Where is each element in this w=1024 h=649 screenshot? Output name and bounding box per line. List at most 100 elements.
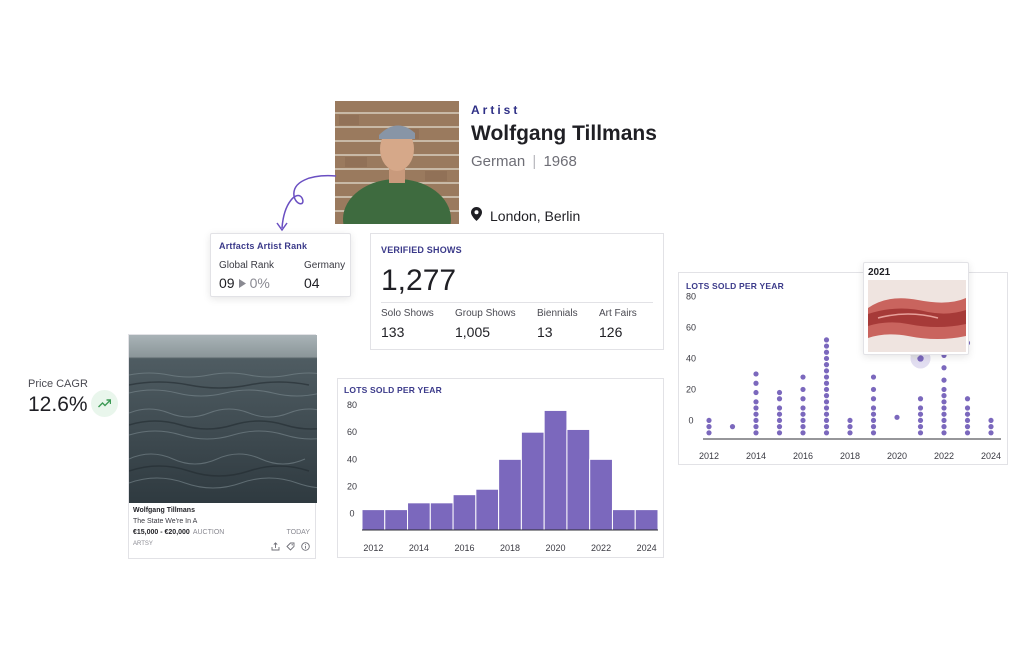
bar bbox=[634, 509, 659, 531]
data-point bbox=[776, 424, 783, 430]
tooltip-artwork-image bbox=[868, 280, 966, 352]
tag-icon[interactable] bbox=[286, 538, 295, 556]
global-rank: 09 0% bbox=[219, 275, 270, 291]
price-cagr-label: Price CAGR bbox=[28, 378, 88, 390]
data-point bbox=[706, 424, 712, 430]
data-point bbox=[964, 430, 971, 436]
meta-separator: | bbox=[532, 153, 537, 170]
bar bbox=[475, 488, 500, 531]
x-tick-label: 2014 bbox=[409, 543, 429, 553]
bar bbox=[452, 494, 477, 531]
global-rank-label: Global Rank bbox=[219, 260, 275, 271]
artist-eyebrow: Artist bbox=[471, 103, 521, 117]
artist-name: Wolfgang Tillmans bbox=[471, 122, 657, 145]
artwork-title: The State We're In A bbox=[133, 518, 198, 525]
data-point bbox=[776, 389, 783, 396]
artist-nationality: German bbox=[471, 153, 526, 170]
data-point bbox=[870, 430, 877, 436]
data-point bbox=[753, 411, 759, 417]
data-point bbox=[706, 430, 712, 436]
data-point bbox=[823, 405, 830, 411]
x-tick-label: 2014 bbox=[746, 451, 766, 461]
location-pin-icon bbox=[471, 207, 482, 224]
stat-label: Biennials bbox=[537, 308, 578, 319]
data-point bbox=[823, 430, 830, 436]
stat-label: Solo Shows bbox=[381, 308, 434, 319]
data-point bbox=[870, 405, 877, 411]
data-point bbox=[941, 411, 947, 417]
data-point bbox=[988, 424, 994, 430]
data-point bbox=[823, 355, 830, 362]
bar bbox=[407, 502, 431, 531]
y-tick-label: 80 bbox=[686, 291, 696, 301]
divider bbox=[381, 302, 653, 303]
data-point bbox=[917, 411, 924, 417]
data-point bbox=[917, 405, 924, 411]
artwork-image bbox=[129, 335, 317, 503]
artwork-price-value: €15,000 - €20,000 bbox=[133, 529, 190, 536]
global-rank-value: 09 bbox=[219, 275, 235, 291]
x-tick-label: 2016 bbox=[793, 451, 813, 461]
share-icon[interactable] bbox=[271, 538, 280, 556]
data-point bbox=[894, 414, 900, 420]
artwork-date: TODAY bbox=[286, 529, 310, 536]
data-point bbox=[800, 411, 806, 417]
y-tick-label: 0 bbox=[349, 509, 354, 519]
lots-sold-bar-chart-card: LOTS SOLD PER YEAR 0 20 40 60 80 2012 2014 2016… bbox=[337, 378, 664, 558]
x-tick-label: 2020 bbox=[887, 451, 907, 461]
data-point bbox=[964, 411, 971, 417]
bar bbox=[429, 502, 454, 531]
data-point bbox=[729, 424, 736, 430]
data-point bbox=[941, 386, 947, 393]
y-tick-label: 60 bbox=[686, 322, 696, 332]
verified-shows-total: 1,277 bbox=[381, 264, 457, 297]
stat-value: 126 bbox=[599, 324, 623, 340]
verified-shows-title: VERIFIED SHOWS bbox=[381, 245, 462, 255]
data-point bbox=[753, 424, 759, 430]
data-point bbox=[823, 343, 830, 349]
artwork-artist: Wolfgang Tillmans bbox=[133, 507, 195, 514]
stat-label: Art Fairs bbox=[599, 308, 637, 319]
data-point bbox=[870, 396, 877, 402]
data-point bbox=[964, 396, 971, 402]
data-point bbox=[776, 405, 783, 411]
data-point bbox=[941, 417, 947, 424]
data-point bbox=[964, 405, 971, 411]
data-point bbox=[941, 430, 947, 436]
y-tick-label: 20 bbox=[686, 384, 696, 394]
data-point bbox=[706, 417, 712, 424]
bar bbox=[543, 409, 568, 531]
data-point bbox=[870, 417, 877, 424]
artist-photo bbox=[335, 101, 459, 224]
artwork-source: ARTSY bbox=[133, 541, 153, 547]
y-tick-label: 80 bbox=[347, 400, 357, 410]
data-point bbox=[800, 386, 806, 393]
artwork-price: €15,000 - €20,000 AUCTION bbox=[133, 529, 224, 536]
connector-arrow bbox=[276, 174, 337, 232]
x-tick-label: 2024 bbox=[981, 451, 1001, 461]
data-point bbox=[800, 396, 806, 402]
data-point bbox=[847, 430, 853, 436]
data-point bbox=[823, 362, 830, 368]
data-point bbox=[800, 417, 806, 424]
artist-birth-year: 1968 bbox=[543, 153, 577, 170]
artwork-card[interactable]: Wolfgang Tillmans The State We're In A €… bbox=[128, 334, 317, 559]
location-text: London, Berlin bbox=[490, 207, 581, 224]
data-point bbox=[917, 417, 924, 424]
triangle-right-icon bbox=[238, 275, 246, 291]
data-point bbox=[941, 424, 947, 430]
x-tick-label: 2018 bbox=[500, 543, 520, 553]
data-point bbox=[753, 405, 759, 411]
year-tooltip: 2021 bbox=[863, 262, 969, 355]
data-point bbox=[753, 430, 759, 436]
bar-chart: 0 20 40 60 80 2012 2014 2016 2018 2020 2022 2024 bbox=[347, 400, 659, 553]
stat-solo-shows: Solo Shows 133 bbox=[381, 308, 434, 340]
info-icon[interactable] bbox=[301, 538, 310, 556]
artist-location: London, Berlin bbox=[471, 207, 580, 224]
global-rank-change: 0% bbox=[249, 275, 270, 291]
x-tick-label: 2024 bbox=[637, 543, 657, 553]
bar bbox=[520, 431, 545, 531]
stat-art-fairs: Art Fairs 126 bbox=[599, 308, 637, 340]
data-point bbox=[988, 430, 994, 436]
data-point bbox=[823, 349, 830, 355]
